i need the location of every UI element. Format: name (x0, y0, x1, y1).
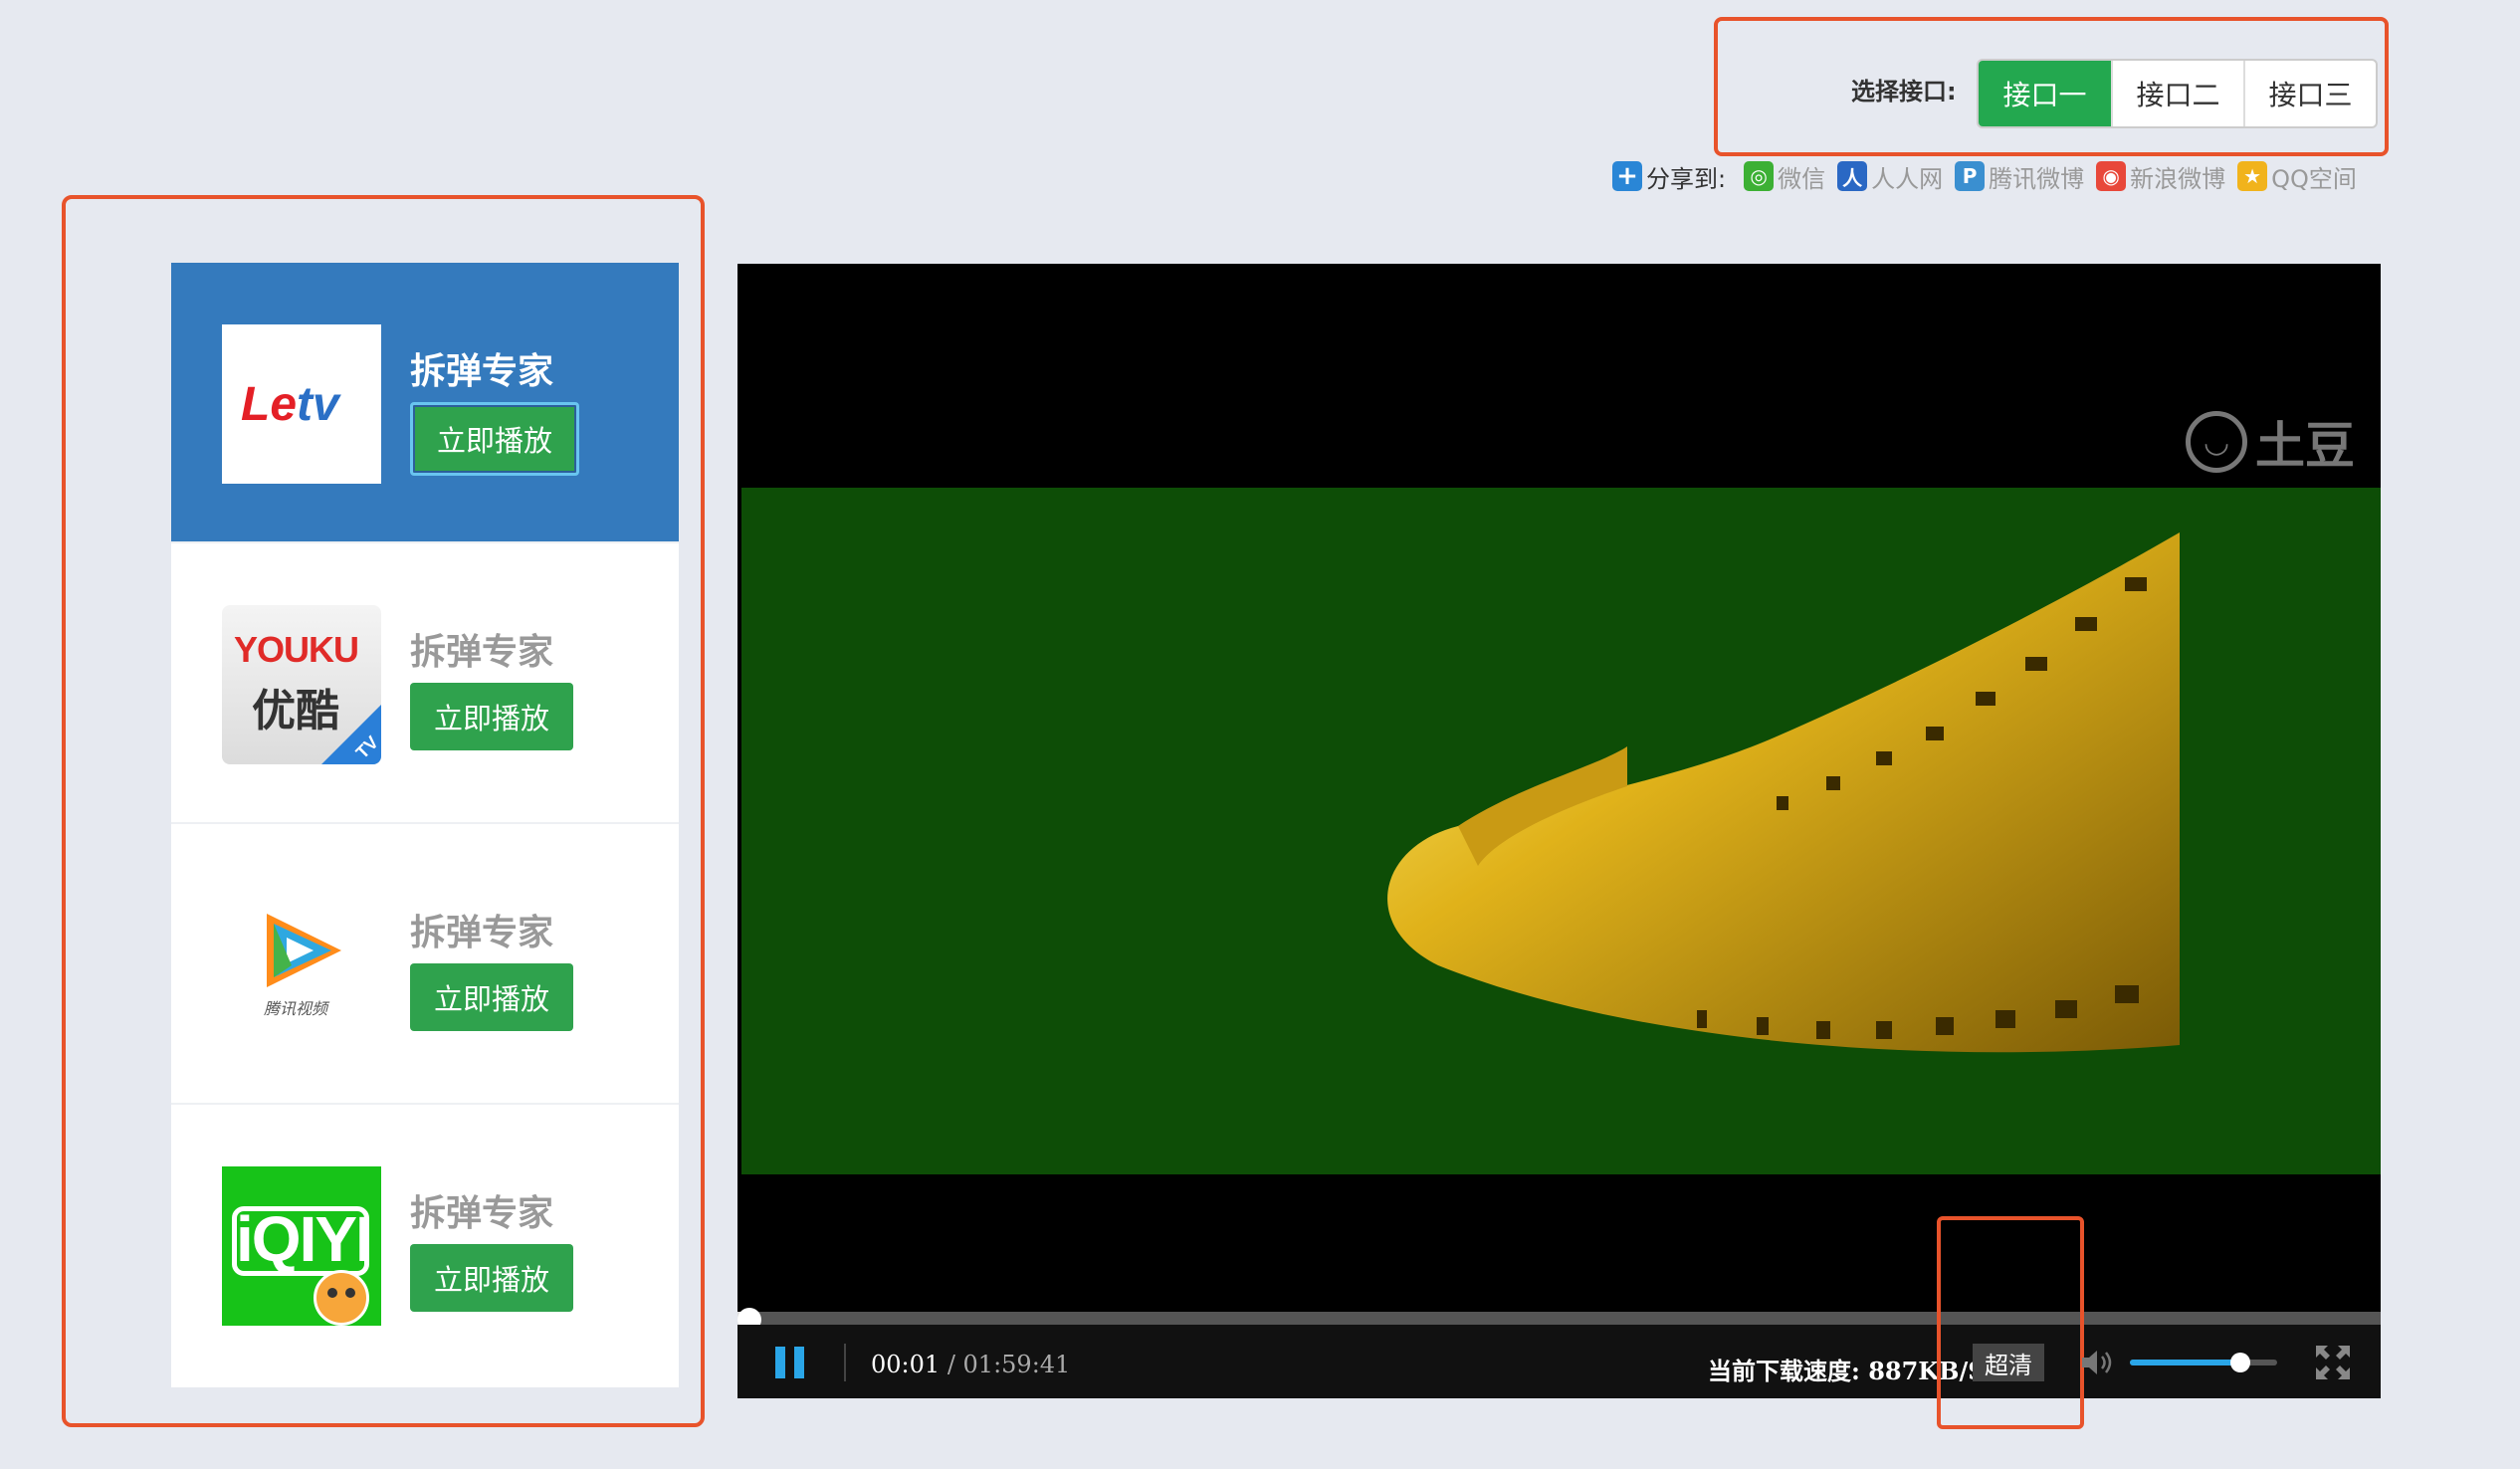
interface-button-group: 接口一 接口二 接口三 (1977, 59, 2378, 128)
svg-text:Le: Le (241, 378, 297, 431)
interface-3-button[interactable]: 接口三 (2243, 61, 2376, 126)
play-now-button[interactable]: 立即播放 (410, 402, 579, 476)
share-tencent-weibo[interactable]: P 腾讯微博 (1955, 159, 2084, 194)
iqiyi-logo: iQIYI (222, 1166, 381, 1326)
divider (844, 1344, 846, 1381)
tencent-weibo-icon: P (1955, 161, 1986, 191)
tudou-logo-icon: ◡ (2186, 411, 2247, 473)
tudou-watermark: ◡ 土豆 (2186, 406, 2355, 478)
renren-icon: 人 (1837, 161, 1868, 191)
qzone-icon: ★ (2237, 161, 2268, 191)
plus-icon[interactable]: + (1612, 161, 1642, 191)
play-now-button[interactable]: 立即播放 (410, 1244, 573, 1312)
play-now-button[interactable]: 立即播放 (410, 683, 573, 750)
volume-icon[interactable] (2080, 1348, 2116, 1377)
item-title: 拆弹专家 (410, 632, 554, 673)
svg-text:tv: tv (297, 378, 341, 431)
item-title: 拆弹专家 (410, 351, 554, 392)
progress-track[interactable] (737, 1312, 2381, 1325)
share-wechat[interactable]: ◎ 微信 (1744, 159, 1825, 194)
current-time: 00:01 (871, 1351, 941, 1378)
item-title: 拆弹专家 (410, 1193, 554, 1234)
item-title: 拆弹专家 (410, 913, 554, 953)
tencent-video-logo: 腾讯视频 (222, 886, 381, 1045)
share-qzone[interactable]: ★ QQ空间 (2237, 159, 2357, 194)
fullscreen-icon[interactable] (2314, 1344, 2352, 1381)
youku-logo: YOUKU 优酷 TV (222, 605, 381, 764)
volume-handle[interactable] (2230, 1353, 2250, 1372)
interface-label: 选择接口: (1851, 78, 1957, 105)
share-sina-weibo[interactable]: ◉ 新浪微博 (2096, 159, 2225, 194)
source-list: Le tv 拆弹专家 立即播放 YOUKU 优酷 TV 拆弹专家 立即播放 腾讯… (171, 263, 679, 1387)
share-label: 分享到: (1646, 164, 1727, 193)
letv-logo: Le tv (222, 324, 381, 484)
list-item-youku[interactable]: YOUKU 优酷 TV 拆弹专家 立即播放 (171, 543, 679, 824)
play-now-button[interactable]: 立即播放 (410, 963, 573, 1031)
total-time: / 01:59:41 (946, 1351, 1071, 1378)
volume-fill (2130, 1360, 2240, 1365)
interface-2-button[interactable]: 接口二 (2111, 61, 2243, 126)
quality-highlight (1937, 1216, 2084, 1429)
sina-weibo-icon: ◉ (2096, 161, 2127, 191)
list-item-iqiyi[interactable]: iQIYI 拆弹专家 立即播放 (171, 1105, 679, 1385)
video-frame[interactable] (741, 488, 2381, 1174)
time-display: 00:01 / 01:59:41 (871, 1351, 1070, 1378)
wechat-icon: ◎ (1744, 161, 1775, 191)
share-renren[interactable]: 人 人人网 (1837, 159, 1943, 194)
list-item-letv[interactable]: Le tv 拆弹专家 立即播放 (171, 263, 679, 543)
share-bar: + 分享到: ◎ 微信 人 人人网 P 腾讯微博 ◉ 新浪微博 ★ QQ空间 (1612, 157, 2369, 195)
list-item-tencent-video[interactable]: 腾讯视频 拆弹专家 立即播放 (171, 824, 679, 1105)
interface-1-button[interactable]: 接口一 (1979, 61, 2111, 126)
pause-button[interactable] (775, 1347, 811, 1378)
